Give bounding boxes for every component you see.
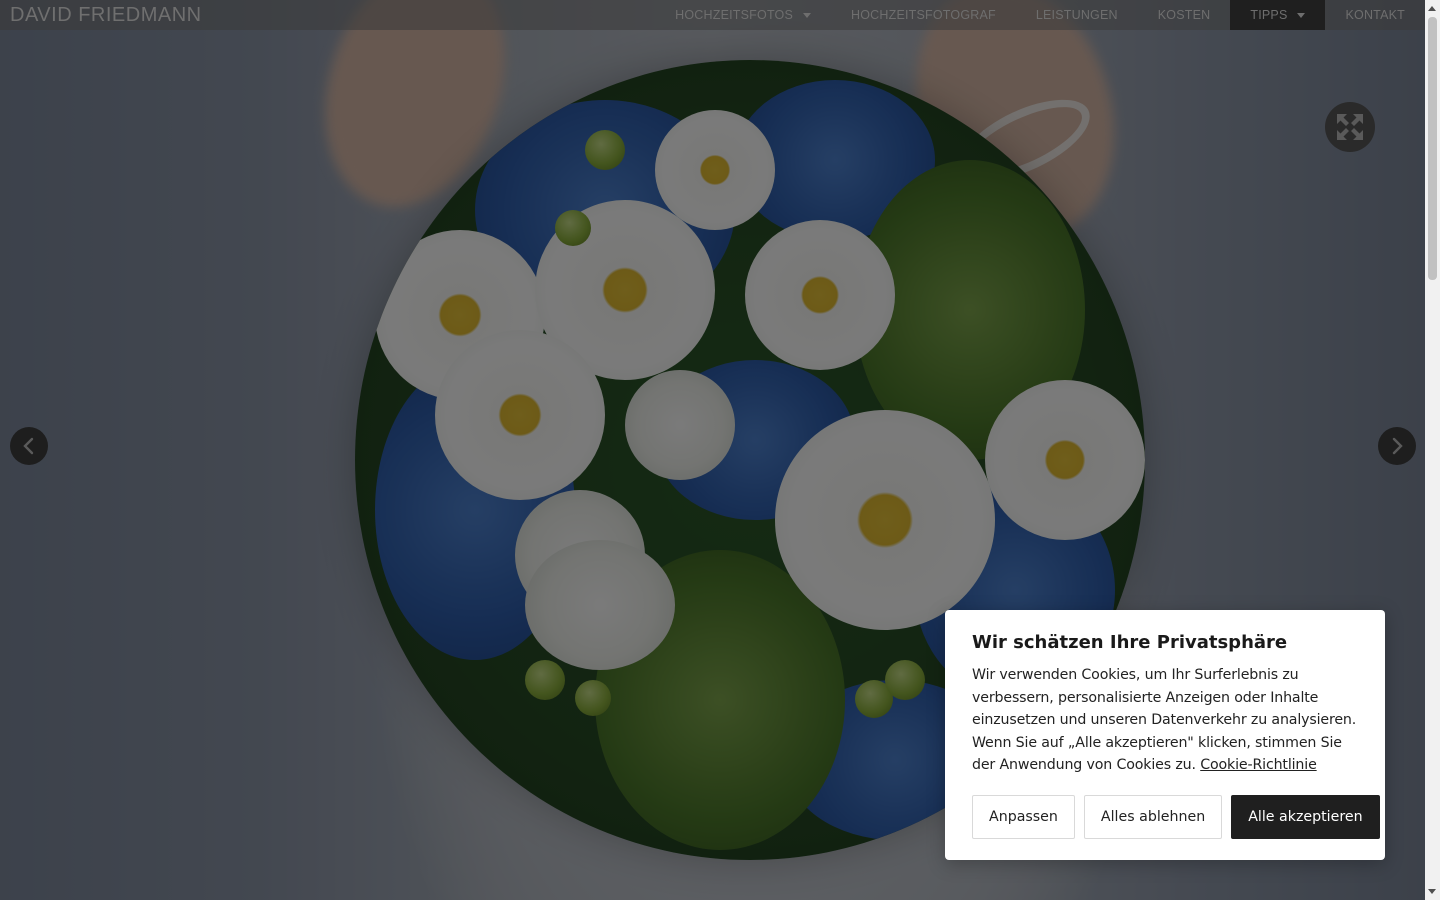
reject-all-button[interactable]: Alles ablehnen — [1083, 795, 1223, 839]
caret-down-icon — [803, 12, 812, 18]
cookie-dialog-text: Wir verwenden Cookies, um Ihr Surferlebn… — [972, 664, 1358, 777]
chevron-left-icon — [23, 437, 34, 455]
cookie-dialog-title: Wir schätzen Ihre Privatsphäre — [972, 632, 1288, 653]
nav-item-label: HOCHZEITSFOTOGRAF — [851, 8, 996, 22]
scrollbar-thumb[interactable] — [1428, 17, 1437, 280]
scroll-down-arrow-icon[interactable] — [1428, 889, 1436, 894]
nav-item-label: HOCHZEITSFOTOS — [675, 8, 794, 22]
previous-image-button[interactable] — [10, 427, 48, 465]
top-navigation-bar: DAVID FRIEDMANN HOCHZEITSFOTOS HOCHZEITS… — [0, 0, 1425, 30]
scroll-up-arrow-icon[interactable] — [1428, 6, 1436, 11]
nav-item-label: TIPPS — [1250, 8, 1288, 22]
caret-down-icon — [1297, 12, 1306, 18]
nav-item-label: KOSTEN — [1157, 8, 1211, 22]
accept-all-button[interactable]: Alle akzeptieren — [1231, 795, 1380, 839]
cookie-button-row: Anpassen Alles ablehnen Alle akzeptieren — [972, 795, 1380, 839]
expand-arrows-icon — [1337, 114, 1363, 140]
cookie-consent-dialog: Wir schätzen Ihre Privatsphäre Wir verwe… — [945, 610, 1385, 860]
nav-item-hochzeitsfotos[interactable]: HOCHZEITSFOTOS — [655, 0, 831, 30]
nav-item-kontakt[interactable]: KONTAKT — [1325, 0, 1425, 30]
main-nav: HOCHZEITSFOTOS HOCHZEITSFOTOGRAF LEISTUN… — [655, 0, 1425, 30]
nav-item-leistungen[interactable]: LEISTUNGEN — [1016, 0, 1138, 30]
nav-item-hochzeitsfotograf[interactable]: HOCHZEITSFOTOGRAF — [831, 0, 1016, 30]
cookie-policy-link[interactable]: Cookie-Richtlinie — [1200, 757, 1317, 773]
page-scrollbar[interactable] — [1425, 0, 1440, 900]
customize-button[interactable]: Anpassen — [972, 795, 1075, 839]
fullscreen-button[interactable] — [1325, 102, 1375, 152]
site-logo[interactable]: DAVID FRIEDMANN — [10, 4, 202, 26]
next-image-button[interactable] — [1378, 427, 1416, 465]
nav-item-tipps[interactable]: TIPPS — [1230, 0, 1326, 30]
chevron-right-icon — [1392, 437, 1403, 455]
nav-item-kosten[interactable]: KOSTEN — [1138, 0, 1231, 30]
nav-item-label: LEISTUNGEN — [1035, 8, 1118, 22]
nav-item-label: KONTAKT — [1345, 8, 1405, 22]
